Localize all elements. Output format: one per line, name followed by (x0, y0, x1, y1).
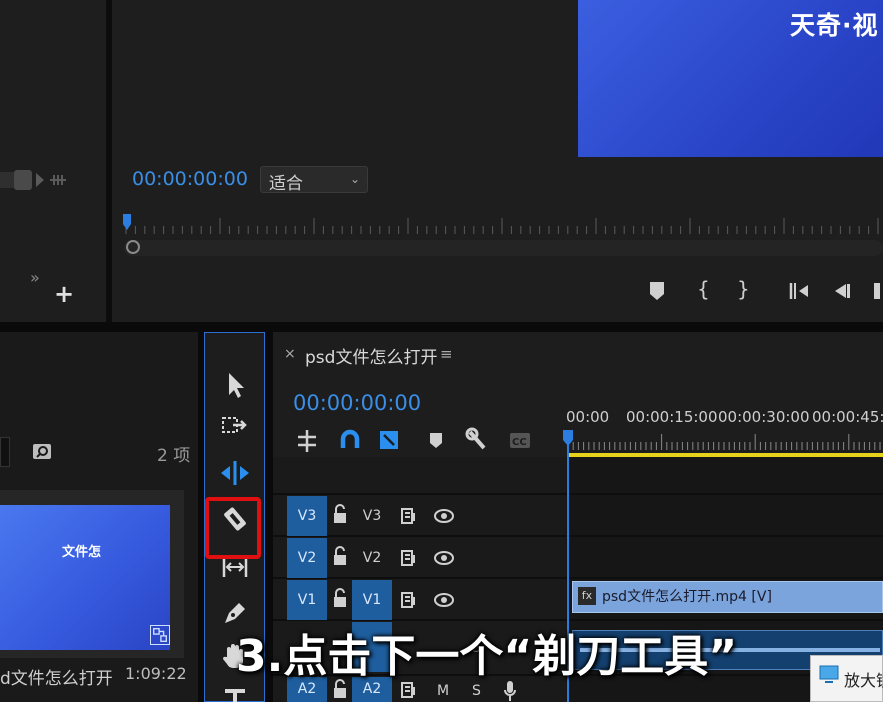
timeline-options-bar: CC (298, 427, 530, 452)
svg-text:CC: CC (512, 437, 527, 448)
source-patch-v2[interactable]: V2 (287, 538, 327, 578)
source-patch-v1[interactable]: V1 (287, 580, 327, 620)
thumbnail-text: 文件怎 (62, 545, 102, 560)
solo-button[interactable]: S (472, 683, 481, 699)
timeline-time-labels[interactable]: 00:00 00:00:15:00 00:00:30:00 00:00:45:0… (566, 408, 883, 428)
target-track-v1[interactable]: V1 (352, 580, 392, 620)
lock-icon[interactable] (333, 588, 347, 610)
horizontal-divider[interactable] (0, 322, 883, 332)
target-track-v2[interactable]: V2 (352, 538, 392, 578)
snap-icon[interactable] (340, 429, 360, 448)
clip-name: d文件怎么打开 (0, 669, 113, 689)
program-playhead[interactable] (123, 214, 131, 232)
left-transport-controls[interactable] (0, 168, 80, 192)
source-panel (0, 0, 106, 322)
nest-icon[interactable] (298, 430, 316, 452)
play-icon (36, 173, 44, 187)
fit-dropdown-label: 适合 (269, 174, 303, 194)
program-ruler[interactable] (124, 214, 883, 238)
step-icon (50, 175, 66, 185)
sequence-timecode[interactable]: 00:00:00:00 (293, 391, 421, 415)
panel-menu-icon[interactable]: ≡ (440, 345, 453, 363)
tutorial-caption: 3.点击下一个“剃刀工具” (236, 631, 738, 682)
go-to-in-icon (14, 170, 32, 190)
add-button-icon[interactable]: + (54, 280, 74, 308)
sync-lock-icon[interactable] (401, 507, 419, 525)
time-label: 00:00 (566, 408, 610, 426)
close-icon[interactable]: × (284, 346, 296, 362)
time-label: 00:00:45:00 (812, 408, 883, 426)
track-select-tool-icon[interactable] (219, 411, 251, 443)
type-tool-icon[interactable] (219, 685, 251, 702)
track-separator (273, 493, 883, 495)
program-timecode[interactable]: 00:00:00:00 (132, 168, 248, 190)
project-search-input[interactable] (0, 437, 10, 467)
program-zoom-scrollbar[interactable] (124, 240, 883, 256)
fit-dropdown[interactable]: 适合 ⌄ (260, 166, 368, 194)
eye-icon[interactable] (433, 506, 455, 526)
sequence-badge-icon (150, 625, 170, 645)
expand-panel-icon[interactable]: » (30, 268, 40, 287)
add-marker-icon[interactable] (430, 433, 442, 448)
watermark: 天奇·视 (790, 11, 879, 40)
selection-tool-icon[interactable] (219, 369, 251, 401)
ripple-edit-tool-icon[interactable] (219, 457, 251, 489)
razor-tool-highlight (205, 497, 261, 559)
magnifier-label: 放大镜 (844, 671, 883, 690)
find-icon[interactable] (32, 441, 52, 461)
sync-lock-icon[interactable] (401, 549, 419, 567)
eye-icon[interactable] (433, 548, 455, 568)
source-patch-v3[interactable]: V3 (287, 496, 327, 536)
track-v1: V1 V1 (287, 580, 566, 620)
clip-label: psd文件怎么打开.mp4 [V] (602, 589, 772, 605)
play-icon[interactable] (874, 281, 883, 301)
time-label: 00:00:30:00 (718, 408, 810, 426)
zoom-handle[interactable] (126, 240, 140, 254)
linked-selection-icon[interactable] (380, 431, 398, 449)
go-to-in-point-icon[interactable] (788, 281, 810, 301)
timeline-ruler[interactable] (566, 430, 883, 454)
track-v3: V3 V3 (287, 496, 566, 536)
step-back-icon[interactable] (832, 281, 852, 301)
track-v2: V2 V2 (287, 538, 566, 578)
fx-badge-icon: fx (578, 587, 596, 605)
time-label: 00:00:15:00 (626, 408, 718, 426)
eye-icon[interactable] (433, 590, 455, 610)
clip-duration: 1:09:22 (125, 664, 187, 683)
chevron-down-icon: ⌄ (349, 172, 360, 186)
mark-in-icon[interactable]: { (697, 277, 710, 301)
lock-icon[interactable] (333, 504, 347, 526)
item-count: 2 项 (157, 446, 191, 466)
sync-lock-icon[interactable] (401, 591, 419, 609)
playhead-handle[interactable] (563, 430, 573, 446)
sequence-tab[interactable]: psd文件怎么打开 (305, 343, 437, 368)
clip-thumbnail[interactable] (0, 505, 170, 650)
target-track-v3[interactable]: V3 (352, 496, 392, 536)
captions-icon[interactable]: CC (510, 433, 530, 448)
mute-button[interactable]: M (437, 683, 449, 699)
lock-icon[interactable] (333, 546, 347, 568)
magnifier-icon (819, 665, 839, 683)
mark-out-icon[interactable]: } (737, 277, 750, 301)
add-marker-icon[interactable] (648, 280, 666, 302)
wrench-icon[interactable] (465, 427, 486, 450)
